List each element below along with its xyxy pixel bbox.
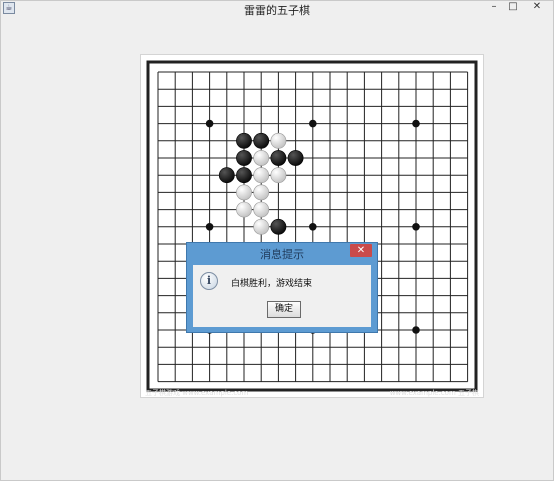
star-point <box>309 223 317 231</box>
star-point <box>205 223 214 231</box>
black-stone <box>236 150 252 166</box>
white-stone <box>253 167 270 184</box>
white-stone <box>253 201 270 218</box>
watermark-right: www.example.com 五子棋 <box>390 388 479 397</box>
black-stone <box>287 150 304 166</box>
black-stone <box>218 167 235 184</box>
message-dialog: 消息提示 ✕ i 白棋胜利，游戏结束 确定 <box>186 242 378 333</box>
white-stone <box>253 218 270 235</box>
star-point <box>205 119 214 128</box>
maximize-button[interactable]: □ <box>504 1 522 13</box>
star-point <box>412 223 420 231</box>
white-stone <box>236 201 252 218</box>
white-stone <box>253 150 270 166</box>
white-stone <box>270 132 287 149</box>
black-stone <box>270 218 287 235</box>
star-point <box>309 119 317 128</box>
dialog-title: 消息提示 <box>260 248 304 261</box>
star-point <box>412 326 420 334</box>
white-stone <box>253 184 270 201</box>
title-bar[interactable]: ☕ 雷雷的五子棋 – □ ✕ <box>1 1 553 17</box>
dialog-close-button[interactable]: ✕ <box>350 244 372 257</box>
black-stone <box>236 132 252 149</box>
window-title: 雷雷的五子棋 <box>244 4 310 17</box>
info-icon: i <box>200 272 218 290</box>
gomoku-board-panel[interactable]: 五子棋游戏 www.example.com www.example.com 五子棋 <box>140 54 484 398</box>
close-button[interactable]: ✕ <box>528 1 546 13</box>
black-stone <box>236 167 252 184</box>
watermark-left: 五子棋游戏 www.example.com <box>145 388 248 397</box>
dialog-body: i 白棋胜利，游戏结束 确定 <box>193 265 371 327</box>
star-point <box>412 119 420 128</box>
white-stone <box>236 184 252 201</box>
gomoku-board[interactable]: 五子棋游戏 www.example.com www.example.com 五子棋 <box>141 55 483 397</box>
main-window: ☕ 雷雷的五子棋 – □ ✕ 五子棋游戏 www.example.com www.… <box>0 0 554 481</box>
white-stone <box>270 167 287 184</box>
minimize-button[interactable]: – <box>485 1 503 13</box>
ok-button[interactable]: 确定 <box>267 301 301 318</box>
dialog-message: 白棋胜利，游戏结束 <box>231 279 313 289</box>
black-stone <box>270 150 287 166</box>
black-stone <box>253 132 270 149</box>
